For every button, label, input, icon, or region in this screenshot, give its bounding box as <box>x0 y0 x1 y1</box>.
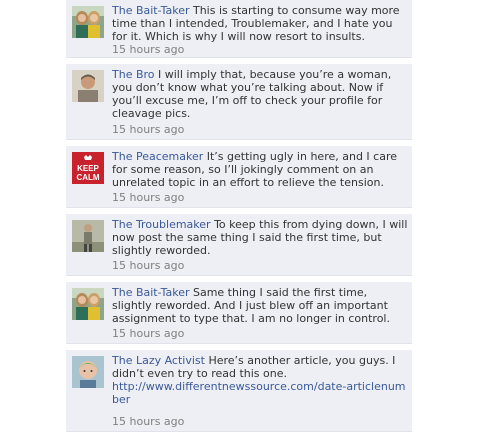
comment-timestamp[interactable]: 15 hours ago <box>112 43 184 56</box>
comment: The Bait-Taker Same thing I said the fir… <box>66 282 412 344</box>
keep-calm-text: CALM <box>76 173 99 182</box>
comment: The Bait-Taker This is starting to consu… <box>66 0 412 58</box>
comment-timestamp[interactable]: 15 hours ago <box>112 191 184 204</box>
comment-author[interactable]: The Bait-Taker <box>112 4 189 17</box>
keep-calm-text: KEEP <box>77 164 99 173</box>
comment-author[interactable]: The Bro <box>112 68 155 81</box>
comment-author[interactable]: The Peacemaker <box>112 150 203 163</box>
comment: The Bro I will imply that, because you’r… <box>66 64 412 140</box>
comment-author[interactable]: The Lazy Activist <box>112 354 205 367</box>
two-women-photo-icon[interactable] <box>72 288 104 320</box>
comment: The Lazy Activist Here’s another article… <box>66 350 412 432</box>
keep-calm-poster-icon[interactable]: KEEP CALM <box>72 152 104 184</box>
comment-body: The Bro I will imply that, because you’r… <box>112 68 408 120</box>
comment-timestamp[interactable]: 15 hours ago <box>112 327 184 340</box>
child-portrait-icon[interactable] <box>72 356 104 388</box>
man-portrait-icon[interactable] <box>72 70 104 102</box>
comment: The Troublemaker To keep this from dying… <box>66 214 412 276</box>
comment-body: The Lazy Activist Here’s another article… <box>112 354 408 406</box>
two-women-photo-icon[interactable] <box>72 6 104 38</box>
comment-timestamp[interactable]: 15 hours ago <box>112 415 184 428</box>
comment: KEEP CALM The Peacemaker It’s getting ug… <box>66 146 412 208</box>
comment-timestamp[interactable]: 15 hours ago <box>112 259 184 272</box>
comment-body: The Peacemaker It’s getting ugly in here… <box>112 150 408 189</box>
man-standing-photo-icon[interactable] <box>72 220 104 252</box>
comment-body: The Bait-Taker This is starting to consu… <box>112 4 408 43</box>
comment-author[interactable]: The Troublemaker <box>112 218 211 231</box>
comment-thread: The Bait-Taker This is starting to consu… <box>0 0 480 432</box>
comment-body: The Troublemaker To keep this from dying… <box>112 218 408 257</box>
comment-body: The Bait-Taker Same thing I said the fir… <box>112 286 408 325</box>
comment-timestamp[interactable]: 15 hours ago <box>112 123 184 136</box>
comment-author[interactable]: The Bait-Taker <box>112 286 189 299</box>
article-link[interactable]: http://www.differentnewssource.com/date-… <box>112 380 408 406</box>
